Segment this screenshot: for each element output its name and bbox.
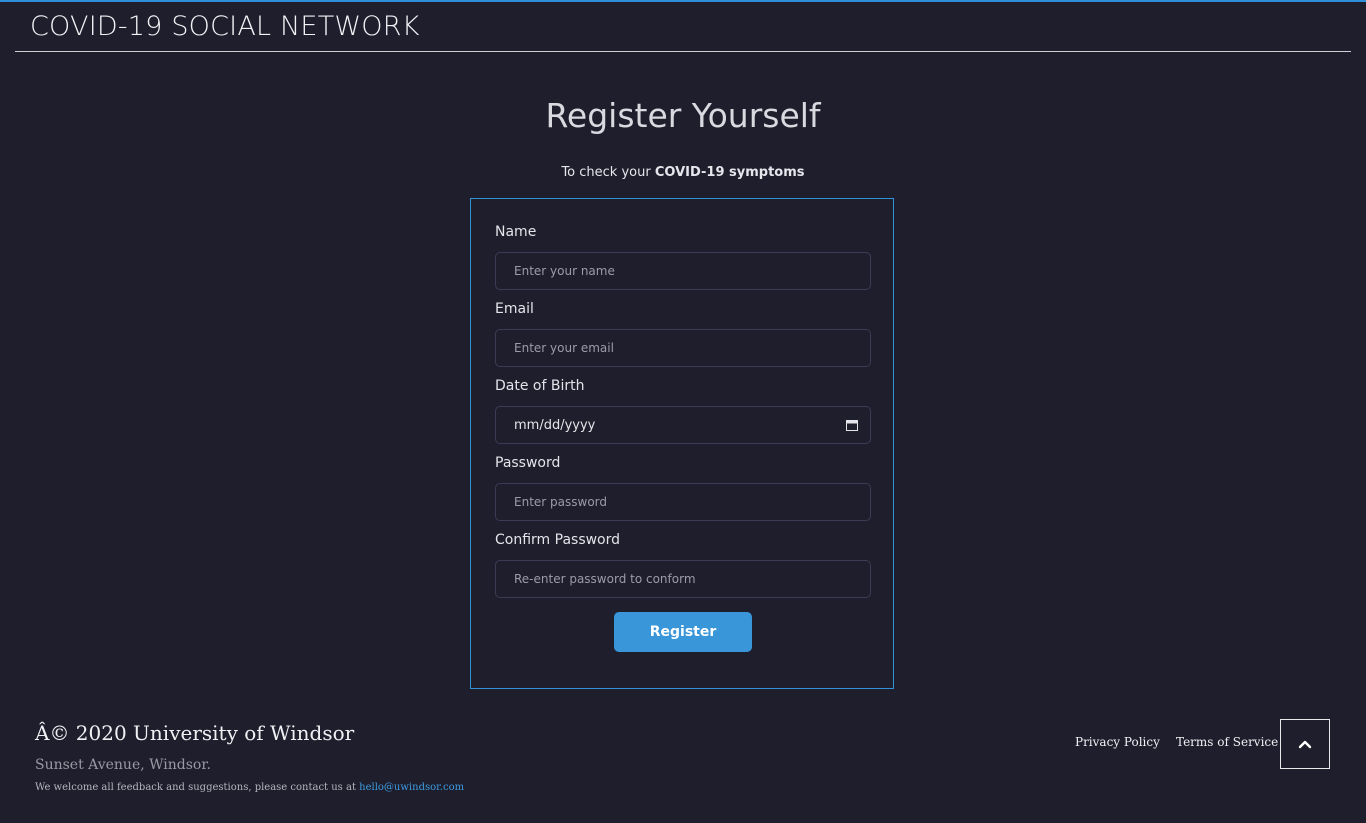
back-to-top-button[interactable] [1280, 719, 1330, 769]
email-placeholder: Enter your email [514, 341, 614, 355]
name-input[interactable]: Enter your name [495, 252, 871, 290]
dob-label: Date of Birth [495, 378, 585, 394]
terms-of-service-link[interactable]: Terms of Service [1176, 735, 1278, 749]
confirm-password-label: Confirm Password [495, 532, 621, 548]
confirm-password-placeholder: Re-enter password to conform [514, 572, 696, 586]
footer-contact-note: We welcome all feedback and suggestions,… [35, 782, 464, 793]
footer-copyright: Â© 2020 University of Windsor [35, 721, 355, 745]
email-label: Email [495, 301, 534, 317]
password-input[interactable]: Enter password [495, 483, 871, 521]
dob-value: mm/dd/yyyy [514, 417, 596, 433]
registration-form: Name Enter your name Email Enter your em… [470, 198, 894, 689]
name-label: Name [495, 224, 537, 240]
password-label: Password [495, 455, 561, 471]
contact-email-link[interactable]: hello@uwindsor.com [359, 782, 464, 793]
page-title: Register Yourself [545, 96, 821, 135]
name-placeholder: Enter your name [514, 264, 615, 278]
password-placeholder: Enter password [514, 495, 607, 509]
footer-address: Sunset Avenue, Windsor. [35, 757, 211, 773]
site-header: COVID-19 SOCIAL NETWORK [15, 2, 1351, 52]
dob-input[interactable]: mm/dd/yyyy [495, 406, 871, 444]
chevron-up-icon [1298, 740, 1312, 749]
register-button[interactable]: Register [614, 612, 752, 652]
site-brand[interactable]: COVID-19 SOCIAL NETWORK [30, 11, 420, 42]
page-subtitle: To check your COVID-19 symptoms [0, 165, 1366, 180]
email-input[interactable]: Enter your email [495, 329, 871, 367]
privacy-policy-link[interactable]: Privacy Policy [1075, 735, 1160, 749]
footer-note-text: We welcome all feedback and suggestions,… [35, 782, 356, 793]
subtitle-emphasis: COVID-19 symptoms [654, 165, 805, 180]
confirm-password-input[interactable]: Re-enter password to conform [495, 560, 871, 598]
subtitle-text: To check your [561, 165, 651, 180]
calendar-icon[interactable] [846, 419, 858, 431]
